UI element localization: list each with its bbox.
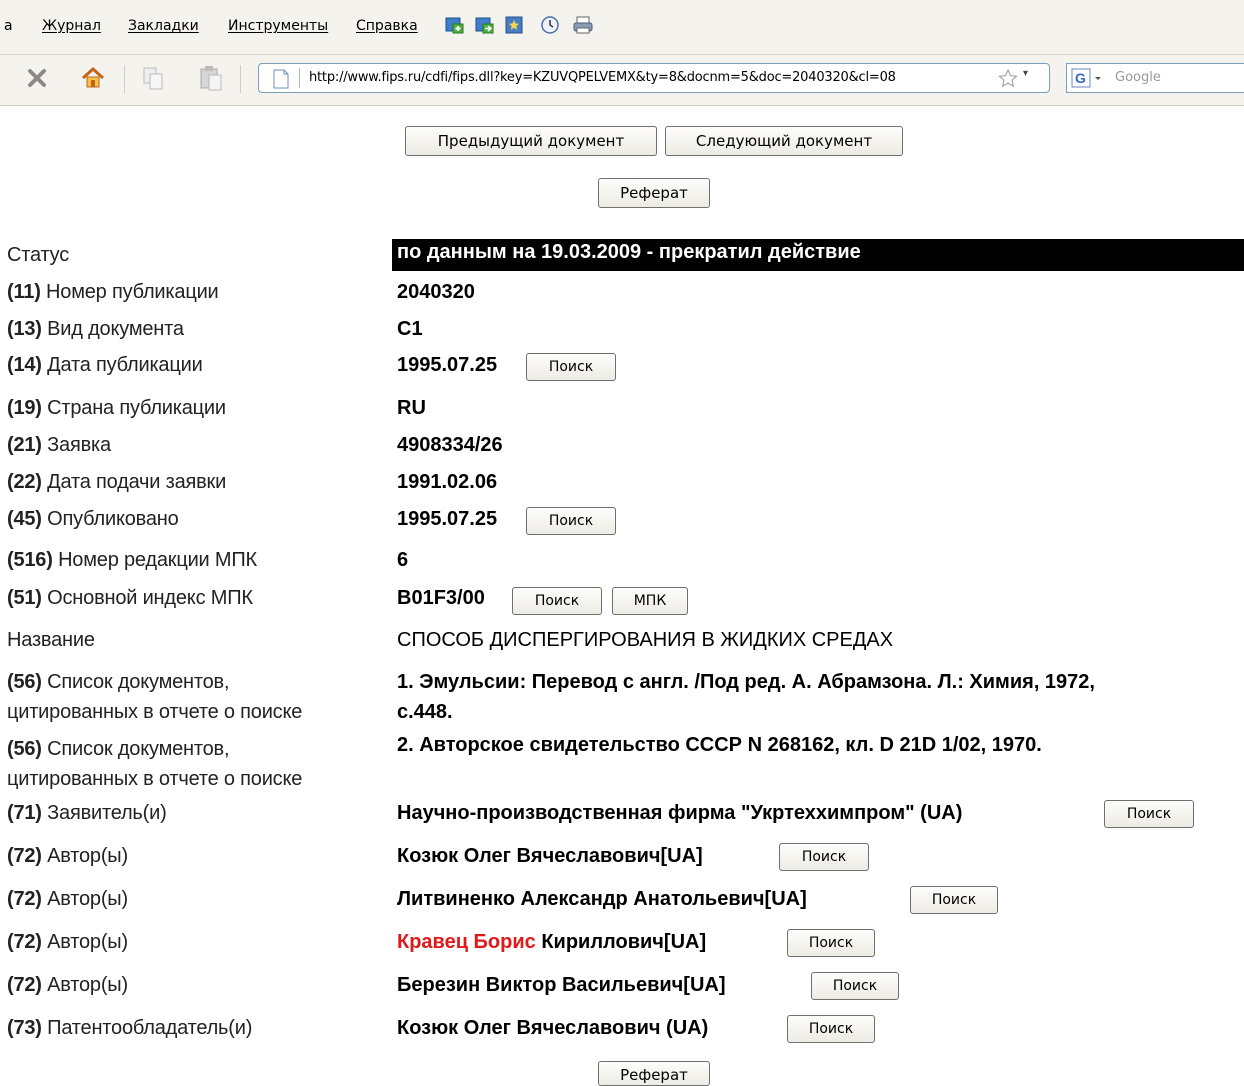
cited-docs-label-2: (56) Список документов, цитированных в о… — [7, 738, 303, 790]
author-label-3: (72) Автор(ы) — [7, 931, 128, 953]
doc-type-label: (13) Вид документа — [7, 318, 184, 340]
star-page-icon[interactable] — [504, 15, 524, 35]
applicant-label: (71) Заявитель(и) — [7, 802, 167, 824]
search-button-author-1[interactable]: Поиск — [779, 843, 869, 871]
bookmark-add-icon[interactable] — [444, 15, 464, 35]
ipc-main-label: (51) Основной индекс МПК — [7, 587, 253, 609]
published-value: 1995.07.25 — [397, 508, 498, 530]
bookmark-manage-icon[interactable] — [474, 15, 494, 35]
menu-item-partial[interactable]: а — [4, 18, 13, 34]
abstract-button-top[interactable]: Реферат — [598, 178, 710, 208]
svg-text:G: G — [1075, 70, 1086, 86]
next-document-button[interactable]: Следующий документ — [665, 126, 903, 156]
search-button-author-2[interactable]: Поиск — [910, 886, 998, 914]
copy-icon[interactable] — [138, 63, 168, 93]
author-label-1: (72) Автор(ы) — [7, 845, 128, 867]
mpk-button[interactable]: МПК — [612, 587, 688, 615]
paste-icon[interactable] — [196, 63, 226, 93]
search-button-applicant[interactable]: Поиск — [1104, 800, 1194, 828]
ipc-main-value: B01F3/00 — [397, 587, 485, 609]
navigation-toolbar: http://www.fips.ru/cdfi/fips.dll?key=KZU… — [0, 55, 1244, 106]
author-value-3: Кравец Борис Кириллович[UA] — [397, 931, 707, 953]
country-value: RU — [397, 397, 426, 419]
url-text[interactable]: http://www.fips.ru/cdfi/fips.dll?key=KZU… — [309, 70, 896, 85]
search-button-published[interactable]: Поиск — [526, 507, 616, 535]
home-icon[interactable] — [78, 63, 108, 93]
menu-item-bookmarks[interactable]: Закладки — [128, 18, 199, 34]
author-value-4: Березин Виктор Васильевич[UA] — [397, 974, 726, 996]
application-value: 4908334/26 — [397, 434, 503, 456]
patent-holder-value: Козюк Олег Вячеславович (UA) — [397, 1017, 709, 1039]
menu-bar: а Журнал Закладки Инструменты Справка — [0, 0, 1244, 55]
search-input[interactable]: Google — [1115, 70, 1161, 85]
title-value: СПОСОБ ДИСПЕРГИРОВАНИЯ В ЖИДКИХ СРЕДАХ — [397, 629, 894, 651]
author-value-2: Литвиненко Александр Анатольевич[UA] — [397, 888, 807, 910]
application-label: (21) Заявка — [7, 434, 111, 456]
url-bar[interactable]: http://www.fips.ru/cdfi/fips.dll?key=KZU… — [258, 63, 1050, 93]
cited-docs-value-1: 1. Эмульсии: Перевод с англ. /Под ред. А… — [397, 671, 1095, 723]
menu-item-tools[interactable]: Инструменты — [228, 18, 328, 34]
chevron-down-icon[interactable]: ▾ — [1023, 68, 1028, 79]
print-icon[interactable] — [572, 15, 593, 35]
search-button-pub-date[interactable]: Поиск — [526, 353, 616, 381]
stop-icon[interactable] — [22, 63, 52, 93]
search-button-patent-holder[interactable]: Поиск — [787, 1015, 875, 1043]
ipc-edition-value: 6 — [397, 549, 409, 571]
menu-item-help[interactable]: Справка — [356, 18, 418, 34]
doc-type-value: C1 — [397, 318, 423, 340]
country-label: (19) Страна публикации — [7, 397, 226, 419]
cited-docs-label-1: (56) Список документов, цитированных в о… — [7, 671, 303, 723]
google-icon[interactable]: G — [1071, 68, 1105, 93]
applicant-value: Научно-производственная фирма "Укртеххим… — [397, 802, 963, 824]
abstract-button-bottom[interactable]: Реферат — [598, 1061, 710, 1086]
menu-item-journal[interactable]: Журнал — [42, 18, 101, 34]
toolbar-divider — [240, 65, 241, 93]
search-bar[interactable]: G Google — [1066, 63, 1244, 93]
status-value: по данным на 19.03.2009 - прекратил дейс… — [397, 241, 861, 263]
page-icon — [271, 69, 291, 92]
ipc-edition-label: (516) Номер редакции МПК — [7, 549, 257, 571]
history-icon[interactable] — [540, 15, 560, 35]
pub-date-label: (14) Дата публикации — [7, 354, 203, 376]
status-label: Статус — [7, 244, 70, 266]
author-value-1: Козюк Олег Вячеславович[UA] — [397, 845, 703, 867]
search-button-author-4[interactable]: Поиск — [811, 972, 899, 1000]
search-button-ipc[interactable]: Поиск — [512, 587, 602, 615]
pub-number-label: (11) Номер публикации — [7, 281, 219, 303]
search-button-author-3[interactable]: Поиск — [787, 929, 875, 957]
toolbar-divider — [124, 65, 125, 93]
pub-date-value: 1995.07.25 — [397, 354, 498, 376]
star-bookmark-icon[interactable] — [993, 68, 1019, 92]
cited-docs-value-2: 2. Авторское свидетельство СССР N 268162… — [397, 734, 1042, 756]
author-label-4: (72) Автор(ы) — [7, 974, 128, 996]
title-label: Название — [7, 629, 95, 651]
author-label-2: (72) Автор(ы) — [7, 888, 128, 910]
pub-number-value: 2040320 — [397, 281, 475, 303]
patent-holder-label: (73) Патентообладатель(и) — [7, 1017, 253, 1039]
published-label: (45) Опубликовано — [7, 508, 179, 530]
previous-document-button[interactable]: Предыдущий документ — [405, 126, 657, 156]
filing-date-label: (22) Дата подачи заявки — [7, 471, 227, 493]
filing-date-value: 1991.02.06 — [397, 471, 498, 493]
